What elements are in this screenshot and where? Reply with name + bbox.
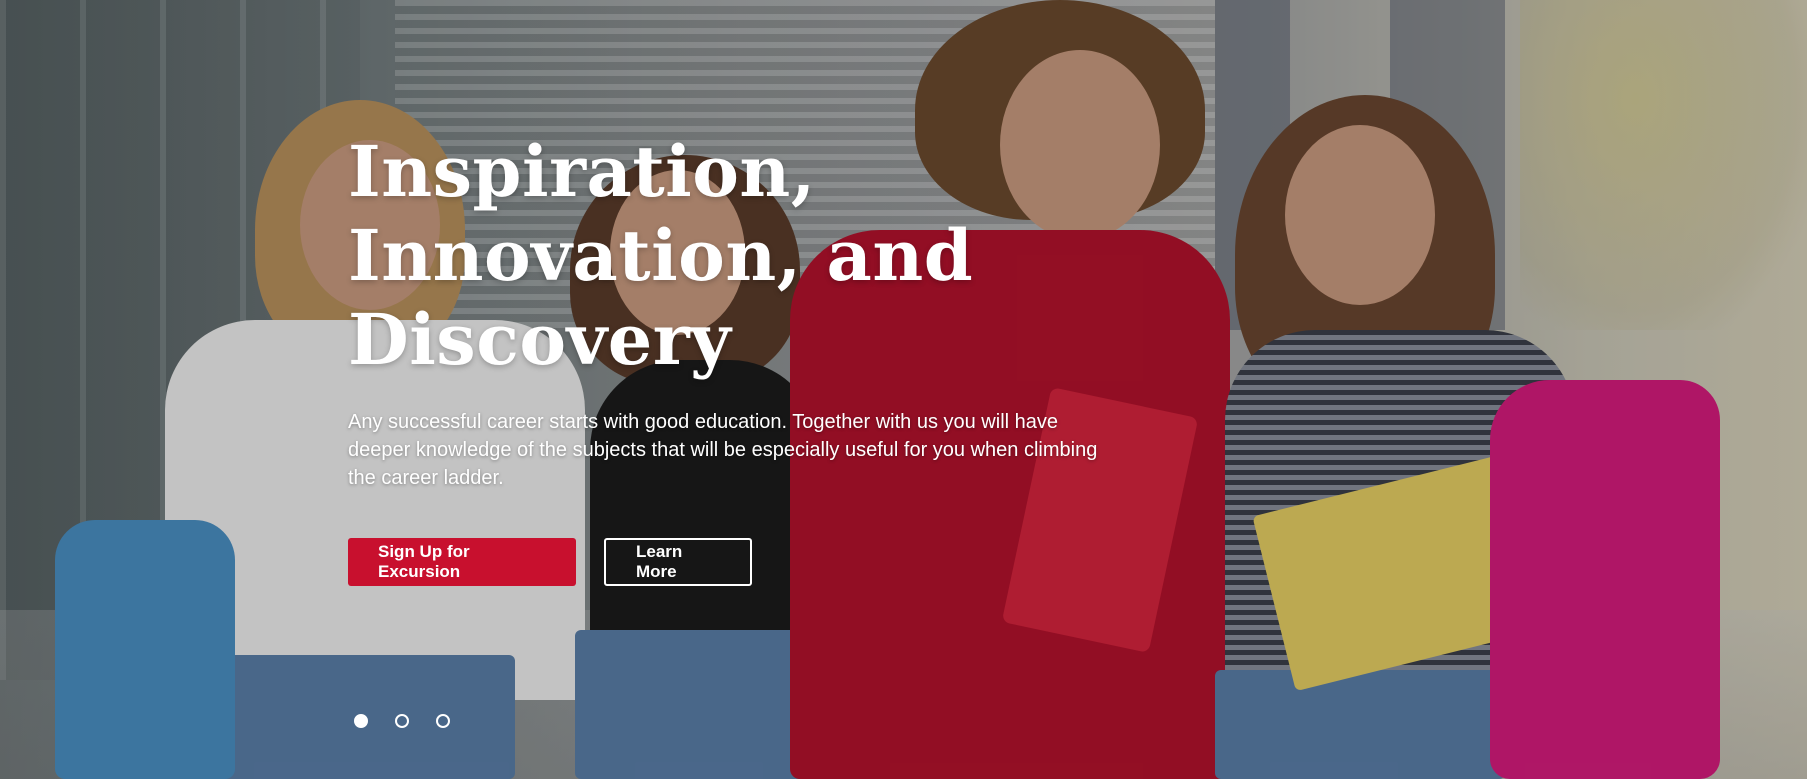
hero-headline-line: Discovery xyxy=(348,298,732,381)
slide-dot-3[interactable] xyxy=(436,714,450,728)
hero-banner: Inspiration, Innovation, and Discovery A… xyxy=(0,0,1807,779)
slide-dot-1[interactable] xyxy=(354,714,368,728)
hero-headline: Inspiration, Innovation, and Discovery xyxy=(348,130,988,382)
hero-headline-line: Inspiration, xyxy=(348,130,816,213)
slide-dot-2[interactable] xyxy=(395,714,409,728)
hero-actions: Sign Up for Excursion Learn More xyxy=(348,538,752,586)
sign-up-button[interactable]: Sign Up for Excursion xyxy=(348,538,576,586)
hero-content: Inspiration, Innovation, and Discovery A… xyxy=(348,130,1128,492)
hero-headline-line: Innovation, and xyxy=(348,214,974,297)
learn-more-button[interactable]: Learn More xyxy=(604,538,752,586)
hero-description: Any successful career starts with good e… xyxy=(348,411,1098,489)
slider-pagination xyxy=(354,714,450,728)
